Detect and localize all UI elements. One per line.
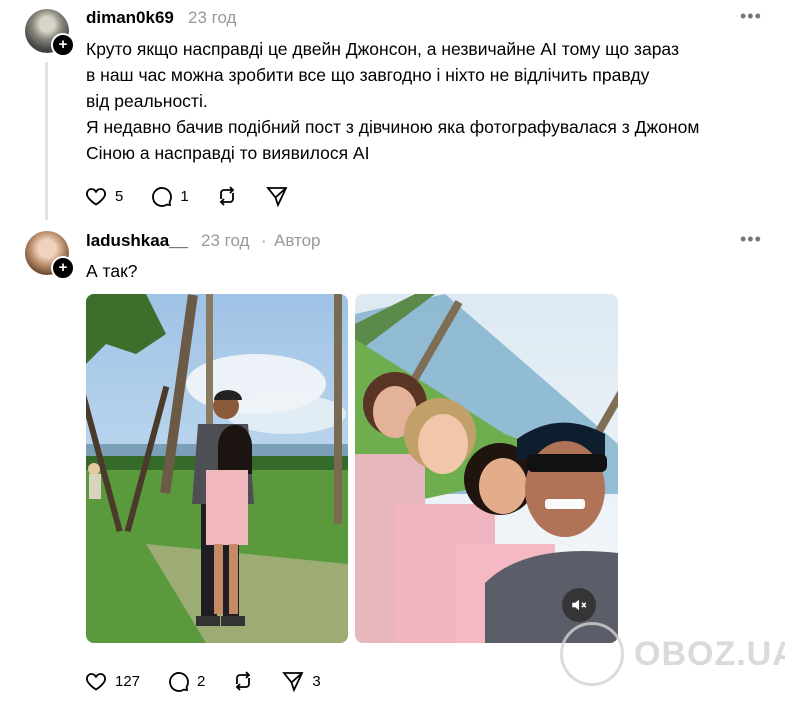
reply-button[interactable]: 1 — [149, 184, 189, 208]
username[interactable]: diman0k69 — [86, 8, 174, 28]
reply-count: 1 — [180, 187, 189, 205]
share-icon — [282, 672, 304, 693]
comment-text: Круто якщо насправді це двейн Джонсон, а… — [86, 36, 699, 166]
follow-plus-icon[interactable]: + — [51, 256, 75, 280]
thread-line — [45, 62, 48, 220]
comment-line: Круто якщо насправді це двейн Джонсон, а… — [86, 39, 679, 59]
watermark-logo-icon — [560, 622, 624, 686]
repost-button[interactable] — [215, 184, 239, 208]
username[interactable]: ladushkaa__ — [86, 231, 188, 251]
author-badge: Автор — [274, 231, 321, 250]
comment-line: Сіною а насправді то виявилося AI — [86, 143, 370, 163]
more-icon[interactable]: ••• — [740, 6, 762, 27]
share-count: 3 — [312, 672, 321, 690]
share-button[interactable] — [265, 184, 289, 208]
like-button[interactable]: 127 — [84, 669, 140, 693]
comment-text: А так? — [86, 261, 138, 281]
repost-icon — [219, 186, 234, 206]
photo-image — [86, 294, 348, 643]
action-bar: 127 2 3 — [84, 669, 347, 693]
reply-button[interactable]: 2 — [166, 669, 205, 693]
share-icon — [265, 187, 288, 208]
comment-line: від реальності. — [86, 91, 208, 111]
watermark: OBOZ.UA — [560, 622, 785, 686]
heart-icon — [86, 188, 106, 206]
timestamp: 23 год — [188, 8, 237, 27]
heart-icon — [86, 673, 106, 691]
watermark-text: OBOZ.UA — [634, 634, 785, 673]
follow-plus-icon[interactable]: + — [51, 33, 75, 57]
repost-button[interactable] — [231, 669, 255, 693]
like-button[interactable]: 5 — [84, 184, 123, 208]
more-icon[interactable]: ••• — [740, 229, 762, 250]
mute-button[interactable] — [562, 588, 596, 622]
separator-dot: · — [261, 231, 267, 250]
like-count: 5 — [115, 187, 124, 205]
comment-icon — [169, 672, 189, 692]
action-bar: 5 1 — [84, 184, 315, 208]
share-button[interactable]: 3 — [281, 669, 321, 693]
like-count: 127 — [115, 672, 141, 690]
comment-line: в наш час можна зробити все що завгодно … — [86, 65, 650, 85]
comment-icon — [152, 187, 173, 207]
repost-icon — [236, 671, 251, 691]
comment-line: Я недавно бачив подібний пост з дівчиною… — [86, 117, 700, 137]
timestamp: 23 год — [201, 231, 250, 250]
photo[interactable] — [86, 294, 348, 643]
reply-count: 2 — [197, 672, 206, 690]
mute-icon — [572, 599, 587, 611]
